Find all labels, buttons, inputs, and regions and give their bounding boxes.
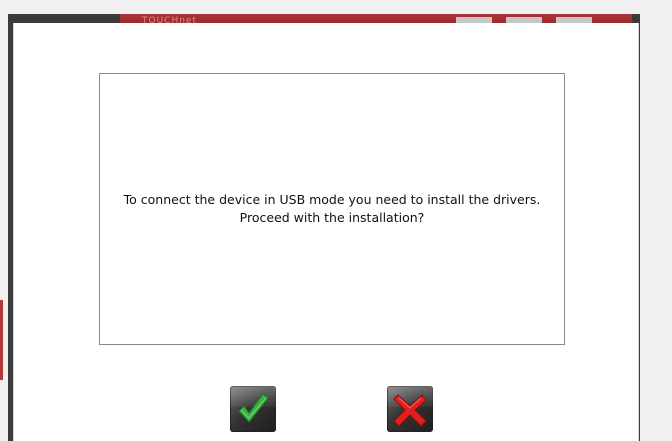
screen: TOUCHnet To connect the device in USB mo…: [0, 0, 672, 441]
confirm-button[interactable]: [230, 386, 276, 432]
x-icon: [393, 394, 427, 427]
driver-install-dialog: To connect the device in USB mode you ne…: [13, 23, 639, 441]
message-text-line1: To connect the device in USB mode you ne…: [123, 192, 541, 207]
message-box: To connect the device in USB mode you ne…: [99, 73, 565, 345]
desktop-edge: [0, 300, 3, 380]
message-text-line2: Proceed with the installation?: [239, 210, 425, 225]
cancel-button[interactable]: [387, 386, 433, 432]
checkmark-icon: [238, 393, 269, 423]
